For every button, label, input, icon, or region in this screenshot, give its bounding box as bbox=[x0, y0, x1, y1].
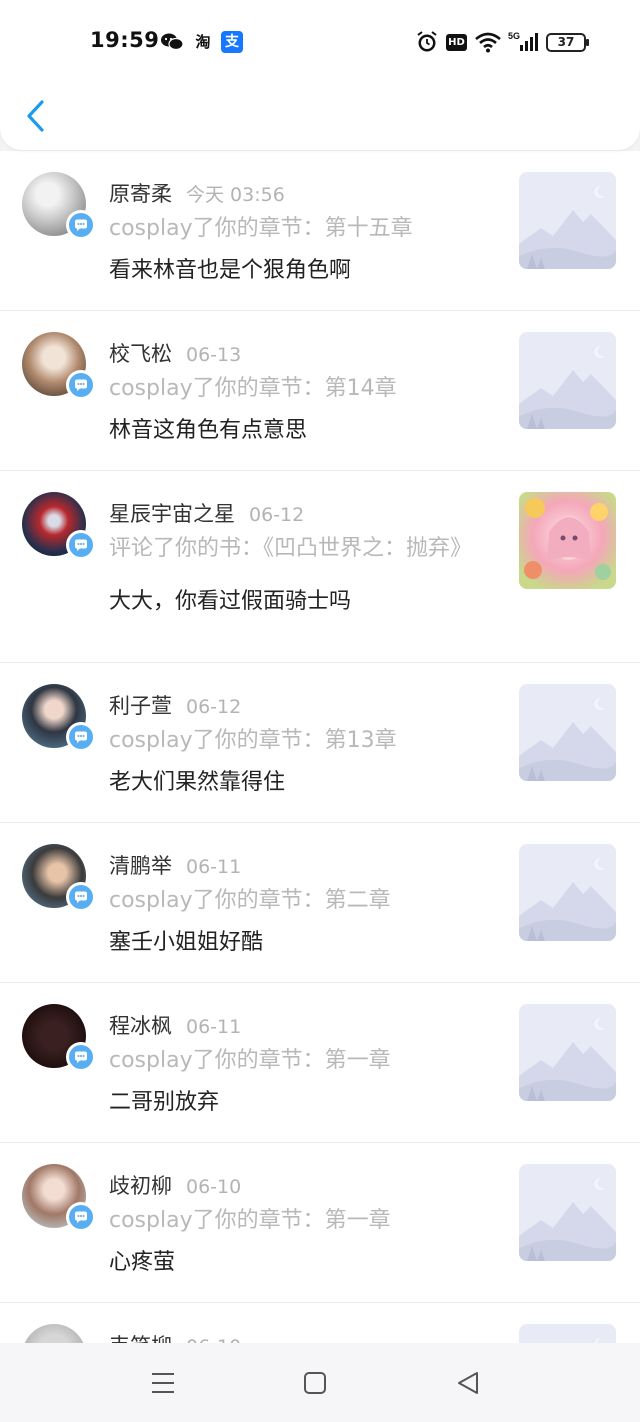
timestamp: 06-11 bbox=[186, 1016, 242, 1038]
notification-item[interactable]: 星辰宇宙之星 06-12 评论了你的书：《凹凸世界之：抛弃》大大，你看过假面骑士吗 bbox=[0, 471, 640, 663]
wifi-icon bbox=[474, 30, 502, 54]
user-name[interactable]: 利子萱 bbox=[109, 694, 172, 718]
notification-item[interactable]: 程冰枫 06-11 cosplay了你的章节：第一章二哥别放弃 bbox=[0, 983, 640, 1143]
bottom-nav-bar bbox=[0, 1343, 640, 1422]
comment-badge bbox=[66, 722, 96, 752]
action-text[interactable]: cosplay了你的章节：第14章 bbox=[109, 372, 489, 405]
user-name-line: 原寄柔 今天 03:56 bbox=[109, 178, 285, 208]
comment-text: 心疼萤 bbox=[109, 1250, 176, 1275]
notification-item[interactable]: 原寄柔 今天 03:56 cosplay了你的章节：第十五章看来林音也是个狠角色啊 bbox=[0, 151, 640, 311]
notification-item[interactable]: 清鹏举 06-11 cosplay了你的章节：第二章塞壬小姐姐好酷 bbox=[0, 823, 640, 983]
user-name-line: 利子萱 06-12 bbox=[109, 690, 241, 720]
user-name[interactable]: 原寄柔 bbox=[109, 182, 172, 206]
chat-bubble-icon bbox=[69, 1205, 93, 1229]
chapter-thumbnail[interactable] bbox=[519, 332, 616, 429]
comment-text: 塞壬小姐姐好酷 bbox=[109, 930, 264, 955]
chat-bubble-icon bbox=[69, 725, 93, 749]
user-name-line: 程冰枫 06-11 bbox=[109, 1010, 241, 1040]
action-text[interactable]: cosplay了你的章节：第十五章 bbox=[109, 212, 489, 245]
mountain-landscape-icon bbox=[519, 332, 616, 429]
user-name[interactable]: 歧初柳 bbox=[109, 1174, 172, 1198]
battery-indicator: 37 bbox=[546, 33, 589, 52]
user-name-line: 校飞松 06-13 bbox=[109, 338, 241, 368]
comment-text: 林音这角色有点意思 bbox=[109, 418, 308, 443]
mountain-landscape-icon bbox=[519, 1004, 616, 1101]
comment-badge bbox=[66, 882, 96, 912]
timestamp: 06-10 bbox=[186, 1176, 242, 1198]
comment-badge bbox=[66, 1202, 96, 1232]
chat-bubble-icon bbox=[69, 1045, 93, 1069]
user-name[interactable]: 清鹏举 bbox=[109, 854, 172, 878]
header: 19:59 淘 支 HD 5G 37 bbox=[0, 0, 640, 150]
mountain-landscape-icon bbox=[519, 172, 616, 269]
action-text[interactable]: 评论了你的书：《凹凸世界之：抛弃》 bbox=[109, 532, 489, 565]
mountain-landscape-icon bbox=[519, 844, 616, 941]
menu-nav-button[interactable] bbox=[150, 1371, 176, 1395]
action-text[interactable]: cosplay了你的章节：第一章 bbox=[109, 1204, 489, 1237]
comment-text: 大大，你看过假面骑士吗 bbox=[109, 589, 352, 614]
notification-list: 原寄柔 今天 03:56 cosplay了你的章节：第十五章 看来林音也是个狠角色啊校… bbox=[0, 151, 640, 1422]
chat-bubble-icon bbox=[69, 533, 93, 557]
notification-item[interactable]: 校飞松 06-13 cosplay了你的章节：第14章林音这角色有点意思 bbox=[0, 311, 640, 471]
anime-illustration-thumbnail bbox=[519, 492, 616, 589]
mountain-landscape-icon bbox=[519, 1164, 616, 1261]
home-nav-button[interactable] bbox=[303, 1371, 327, 1395]
taobao-icon: 淘 bbox=[195, 33, 211, 51]
timestamp: 今天 03:56 bbox=[186, 184, 285, 206]
chapter-thumbnail[interactable] bbox=[519, 844, 616, 941]
notification-item[interactable]: 歧初柳 06-10 cosplay了你的章节：第一章心疼萤 bbox=[0, 1143, 640, 1303]
back-button[interactable] bbox=[22, 96, 50, 136]
square-icon bbox=[304, 1372, 326, 1394]
chapter-thumbnail[interactable] bbox=[519, 492, 616, 589]
timestamp: 06-13 bbox=[186, 344, 242, 366]
alarm-icon bbox=[416, 30, 438, 54]
user-name[interactable]: 程冰枫 bbox=[109, 1014, 172, 1038]
comment-badge bbox=[66, 210, 96, 240]
wechat-icon bbox=[160, 31, 184, 53]
status-bar: 19:59 淘 支 HD 5G 37 bbox=[0, 22, 640, 62]
menu-icon bbox=[152, 1373, 174, 1393]
alipay-icon: 支 bbox=[221, 31, 243, 53]
timestamp: 06-11 bbox=[186, 856, 242, 878]
notification-item[interactable]: 利子萱 06-12 cosplay了你的章节：第13章老大们果然靠得住 bbox=[0, 663, 640, 823]
user-name[interactable]: 星辰宇宙之星 bbox=[109, 502, 235, 526]
comment-badge bbox=[66, 530, 96, 560]
user-name-line: 歧初柳 06-10 bbox=[109, 1170, 241, 1200]
screen: 19:59 淘 支 HD 5G 37 原寄柔 今天 03:56 cosplay了你的… bbox=[0, 0, 640, 1422]
user-name-line: 清鹏举 06-11 bbox=[109, 850, 241, 880]
chat-bubble-icon bbox=[69, 213, 93, 237]
chevron-left-icon bbox=[27, 100, 44, 132]
chapter-thumbnail[interactable] bbox=[519, 1004, 616, 1101]
user-name[interactable]: 校飞松 bbox=[109, 342, 172, 366]
chapter-thumbnail[interactable] bbox=[519, 1164, 616, 1261]
action-text[interactable]: cosplay了你的章节：第一章 bbox=[109, 1044, 489, 1077]
chat-bubble-icon bbox=[69, 885, 93, 909]
timestamp: 06-12 bbox=[186, 696, 242, 718]
chapter-thumbnail[interactable] bbox=[519, 684, 616, 781]
hd-icon: HD bbox=[446, 34, 467, 51]
action-text[interactable]: cosplay了你的章节：第13章 bbox=[109, 724, 489, 757]
signal-5g-icon: 5G bbox=[508, 30, 538, 54]
triangle-back-icon bbox=[458, 1372, 478, 1394]
comment-badge bbox=[66, 370, 96, 400]
chat-bubble-icon bbox=[69, 373, 93, 397]
timestamp: 06-12 bbox=[249, 504, 305, 526]
comment-badge bbox=[66, 1042, 96, 1072]
back-nav-button[interactable] bbox=[456, 1371, 480, 1395]
chapter-thumbnail[interactable] bbox=[519, 172, 616, 269]
status-time: 19:59 bbox=[90, 28, 160, 52]
mountain-landscape-icon bbox=[519, 684, 616, 781]
comment-text: 看来林音也是个狠角色啊 bbox=[109, 258, 352, 283]
comment-text: 老大们果然靠得住 bbox=[109, 770, 286, 795]
svg-text:5G: 5G bbox=[508, 31, 520, 41]
user-name-line: 星辰宇宙之星 06-12 bbox=[109, 498, 304, 528]
comment-text: 二哥别放弃 bbox=[109, 1090, 220, 1115]
action-text[interactable]: cosplay了你的章节：第二章 bbox=[109, 884, 489, 917]
